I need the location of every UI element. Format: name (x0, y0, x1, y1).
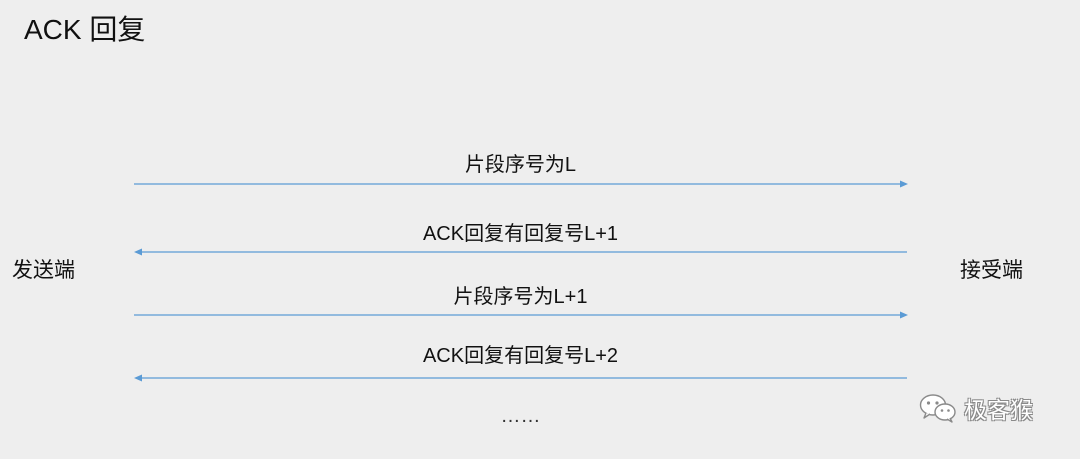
arrow-ack-to-sender-2 (134, 374, 907, 382)
message-label-4: ACK回复有回复号L+2 (422, 345, 619, 367)
watermark-text: 极客猴 (964, 397, 1033, 423)
message-label-1: 片段序号为L (464, 154, 577, 176)
continuation-ellipsis: …… (500, 405, 541, 427)
arrow-segment-to-receiver-2 (134, 311, 908, 319)
message-label-2: ACK回复有回复号L+1 (422, 223, 619, 245)
arrow-segment-to-receiver-1 (134, 180, 908, 188)
wechat-icon (918, 392, 958, 429)
message-label-3: 片段序号为L+1 (453, 286, 588, 308)
watermark: 极客猴 (918, 392, 1033, 428)
arrow-ack-to-sender-1 (134, 248, 907, 256)
